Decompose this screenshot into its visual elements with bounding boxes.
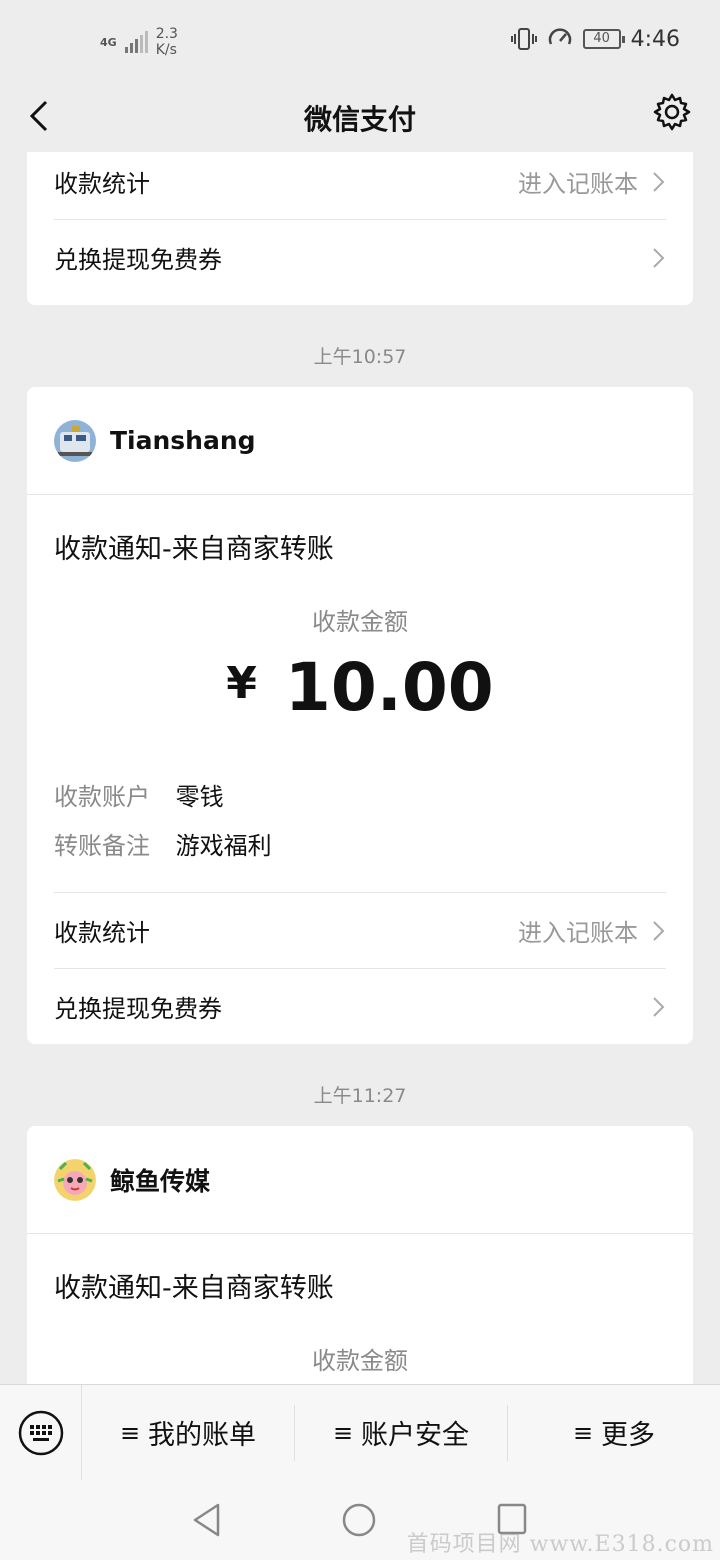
payment-card: 收款统计 进入记账本 兑换提现免费券 xyxy=(27,152,693,305)
chevron-right-icon xyxy=(653,996,665,1017)
menu-label: 更多 xyxy=(601,1420,656,1451)
status-right: 40 4:46 xyxy=(510,26,680,52)
page-title: 微信支付 xyxy=(303,103,416,136)
payment-card[interactable]: 鲸鱼传媒 收款通知-来自商家转账 收款金额 xyxy=(27,1126,693,1384)
net-speed-value: 2.3 xyxy=(155,26,178,42)
menu-icon: ≡ xyxy=(332,1418,354,1447)
system-home-icon[interactable] xyxy=(341,1502,377,1538)
detail-key: 转账备注 xyxy=(54,832,150,860)
amount-label: 收款金额 xyxy=(312,608,408,636)
detail-remark: 转账备注 游戏福利 xyxy=(54,826,272,861)
clock: 4:46 xyxy=(630,26,680,52)
amount-label: 收款金额 xyxy=(312,1347,408,1375)
nav-bar: 微信支付 xyxy=(0,80,720,152)
coupon-row[interactable]: 兑换提现免费券 xyxy=(54,968,666,1044)
chevron-right-icon xyxy=(653,920,665,941)
stats-row[interactable]: 收款统计 进入记账本 xyxy=(54,892,666,968)
menu-label: 账户安全 xyxy=(361,1420,470,1451)
detail-value: 游戏福利 xyxy=(175,832,272,860)
bottom-menu: ≡ 我的账单 ≡ 账户安全 ≡ 更多 xyxy=(0,1384,720,1481)
payment-card[interactable]: Tianshang 收款通知-来自商家转账 收款金额 ¥10.00 收款账户 零… xyxy=(27,387,693,1044)
ledger-link-label: 进入记账本 xyxy=(518,170,638,198)
status-bar: 4G 2.3 K/s 40 4:46 xyxy=(0,0,720,80)
menu-account-security[interactable]: ≡ 账户安全 xyxy=(294,1404,507,1461)
net-speed: 2.3 K/s xyxy=(156,26,178,58)
stats-link: 进入记账本 xyxy=(518,913,666,948)
message-time: 上午11:27 xyxy=(313,1085,407,1107)
menu-my-bills[interactable]: ≡ 我的账单 xyxy=(82,1405,294,1461)
system-nav-bar: 首码项目网 www.E318.com xyxy=(0,1480,720,1560)
battery-icon: 40 xyxy=(582,29,625,49)
sender-name: Tianshang xyxy=(110,426,256,455)
stats-link: 进入记账本 xyxy=(518,164,666,199)
message-feed[interactable]: 收款统计 进入记账本 兑换提现免费券 上午10:57 Tianshang 收款通… xyxy=(0,152,720,1384)
coupon-row[interactable]: 兑换提现免费券 xyxy=(54,219,666,295)
stats-label: 收款统计 xyxy=(54,919,150,947)
notice-title: 收款通知-来自商家转账 xyxy=(54,1273,334,1304)
stats-row[interactable]: 收款统计 进入记账本 xyxy=(54,152,666,219)
detail-account: 收款账户 零钱 xyxy=(54,777,224,812)
network-indicator: 4G 2.3 K/s xyxy=(100,26,178,58)
menu-icon: ≡ xyxy=(572,1418,594,1447)
menu-label: 我的账单 xyxy=(148,1420,257,1451)
coupon-label: 兑换提现免费券 xyxy=(54,995,222,1023)
notice-title: 收款通知-来自商家转账 xyxy=(54,534,334,565)
message-time: 上午10:57 xyxy=(313,346,407,368)
network-type: 4G xyxy=(100,35,117,49)
amount-value: 10.00 xyxy=(284,649,494,726)
chevron-right-icon xyxy=(653,171,665,192)
stats-label: 收款统计 xyxy=(54,170,150,198)
ledger-link-label: 进入记账本 xyxy=(518,919,638,947)
signal-icon xyxy=(124,31,148,53)
amount: ¥10.00 xyxy=(27,649,693,726)
watermark: 首码项目网 www.E318.com xyxy=(406,1532,714,1557)
system-back-icon[interactable] xyxy=(190,1502,224,1538)
chevron-right-icon xyxy=(653,247,665,268)
avatar xyxy=(54,419,96,462)
keyboard-toggle[interactable] xyxy=(0,1384,82,1481)
keyboard-icon xyxy=(18,1410,63,1455)
speedometer-icon xyxy=(548,28,571,45)
sender-name: 鲸鱼传媒 xyxy=(110,1166,211,1196)
net-speed-unit: K/s xyxy=(155,42,177,58)
coupon-label: 兑换提现免费券 xyxy=(54,246,222,274)
currency-symbol: ¥ xyxy=(226,658,257,709)
gear-icon[interactable] xyxy=(652,92,692,132)
sender-header[interactable]: 鲸鱼传媒 xyxy=(27,1126,693,1234)
menu-icon: ≡ xyxy=(119,1418,141,1447)
menu-more[interactable]: ≡ 更多 xyxy=(507,1404,720,1461)
vibrate-icon xyxy=(510,28,537,50)
sender-header[interactable]: Tianshang xyxy=(27,387,693,495)
detail-key: 收款账户 xyxy=(54,783,150,811)
avatar xyxy=(54,1158,96,1201)
detail-value: 零钱 xyxy=(175,783,224,811)
